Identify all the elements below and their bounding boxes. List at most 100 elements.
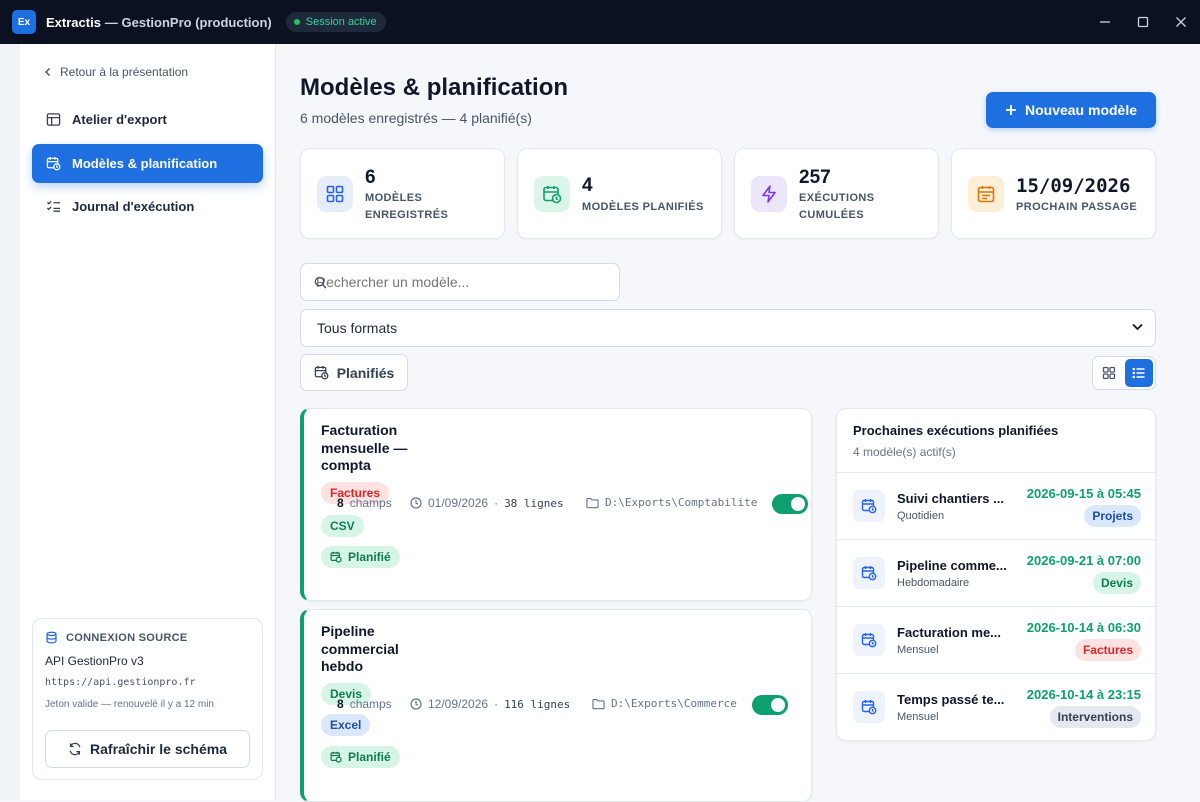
upcoming-frequency: Mensuel [897,711,939,723]
maximize-icon [1137,16,1149,28]
connection-url: https://api.gestionpro.fr [45,677,196,688]
export-path: D:\Exports\Comptabilite [605,496,758,509]
close-icon [1176,17,1186,27]
calendar-clock-icon [853,557,885,589]
search-input[interactable] [300,263,620,301]
export-path-meta: D:\Exports\Commerce [592,697,737,710]
back-link-label: Retour à la présentation [60,65,189,79]
row-count: 116 lignes [504,697,571,711]
upcoming-row[interactable]: Suivi chantiers ... Quotidien 2026-09-15… [837,473,1155,540]
calendar-clock-icon [314,365,329,380]
stat-card-next-run: 15/09/2026 PROCHAIN PASSAGE [951,148,1156,239]
sidebar: Retour à la présentation Atelier d'expor… [0,44,276,800]
sidebar-item-templates[interactable]: Modèles & planification [32,144,263,183]
template-name: Pipeline commercial hebdo [321,623,399,674]
stat-value: 257 [799,167,831,188]
new-template-label: Nouveau modèle [1024,102,1138,118]
sidebar-item-label: Modèles & planification [72,156,218,171]
clock-icon [410,497,422,509]
grid-view-button[interactable] [1095,359,1123,387]
new-template-button[interactable]: Nouveau modèle [986,92,1156,128]
session-label: Session active [305,16,377,28]
upcoming-name: Pipeline comme... [897,558,1007,573]
token-status: Jeton valide — renouvelé il y a 12 min [45,699,214,710]
upcoming-runs-panel: Prochaines exécutions planifiées 4 modèl… [836,408,1156,741]
export-path-meta: D:\Exports\Comptabilite [586,496,757,509]
connection-heading: CONNEXION SOURCE [66,631,188,644]
template-enabled-toggle[interactable] [752,695,788,715]
back-link[interactable]: Retour à la présentation [44,65,188,79]
folder-icon [592,698,605,709]
fields-count: 8 champs [337,697,392,711]
clock-icon [410,698,422,710]
upcoming-frequency: Quotidien [897,510,945,522]
planned-filter-button[interactable]: Planifiés [300,354,408,391]
category-badge: Projets [1084,505,1141,527]
search-icon [314,276,327,289]
upcoming-datetime: 2026-10-14 à 06:30 [1026,620,1141,635]
minimize-icon [1100,21,1110,23]
refresh-schema-label: Rafraîchir le schéma [90,741,227,757]
stat-label: EXÉCUTIONS CUMULÉES [799,192,875,221]
upcoming-name: Temps passé te... [897,692,1005,707]
format-badge: CSV [321,515,364,537]
template-card[interactable]: Facturation mensuelle — compta Factures … [300,408,812,601]
upcoming-row[interactable]: Pipeline comme... Hebdomadaire 2026-09-2… [837,540,1155,607]
category-badge: Factures [1074,639,1141,661]
last-run-meta: 12/09/2026 · 116 lignes [410,697,570,711]
category-badge: Interventions [1049,706,1141,728]
template-card[interactable]: Pipeline commercial hebdo Devis 8 champs … [300,609,812,802]
format-select[interactable]: Tous formats [300,309,1156,347]
last-run-date: 01/09/2026 [428,496,489,510]
sidebar-item-export-workshop[interactable]: Atelier d'export [32,100,263,139]
calendar-clock-icon [330,551,342,563]
calendar-clock-icon [330,751,342,763]
template-name: Facturation mensuelle — compta [321,422,408,473]
calendar-clock-icon [853,691,885,723]
fields-count: 8 champs [337,496,392,510]
stat-label: MODÈLES PLANIFIÉS [582,201,704,213]
upcoming-frequency: Mensuel [897,644,939,656]
plus-icon [1005,105,1016,115]
calendar-clock-icon [853,490,885,522]
stat-card-executions: 257 EXÉCUTIONS CUMULÉES [734,148,939,239]
sidebar-item-label: Journal d'exécution [72,199,195,214]
upcoming-datetime: 2026-09-15 à 05:45 [1026,486,1141,501]
stat-card-planned-templates: 4 MODÈLES PLANIFIÉS [517,148,722,239]
checklist-icon [46,200,61,212]
upcoming-datetime: 2026-09-21 à 07:00 [1026,553,1141,568]
refresh-schema-button[interactable]: Rafraîchir le schéma [45,730,250,768]
format-select-value: Tous formats [317,320,398,336]
close-button[interactable] [1162,0,1200,44]
planned-filter-label: Planifiés [336,364,395,381]
stat-value: 6 [365,167,376,188]
upcoming-frequency: Hebdomadaire [897,577,970,589]
template-enabled-toggle[interactable] [772,494,808,514]
table-icon [46,113,61,126]
lightning-icon [751,176,787,212]
list-view-button[interactable] [1125,359,1153,387]
category-badge: Devis [1092,572,1141,594]
upcoming-name: Facturation me... [897,625,1002,640]
title-bar: Ex Extractis — GestionPro (production) S… [0,0,1200,44]
stat-card-saved-templates: 6 MODÈLES ENREGISTRÉS [300,148,505,239]
grid-icon [317,176,353,212]
app-logo: Ex [12,10,36,34]
minimize-button[interactable] [1086,0,1124,44]
connection-name: API GestionPro v3 [45,654,144,668]
calendar-clock-icon [46,156,61,171]
upcoming-title: Prochaines exécutions planifiées [853,423,1059,438]
upcoming-row[interactable]: Temps passé te... Mensuel 2026-10-14 à 2… [837,674,1155,740]
planned-badge: Planifié [321,546,400,568]
planned-badge: Planifié [321,746,400,768]
sidebar-item-execution-log[interactable]: Journal d'exécution [32,187,263,226]
main-content: Modèles & planification 6 modèles enregi… [276,44,1200,802]
source-connection-card: CONNEXION SOURCE API GestionPro v3 https… [32,618,263,780]
upcoming-row[interactable]: Facturation me... Mensuel 2026-10-14 à 0… [837,607,1155,674]
view-mode-toggle [1092,356,1156,390]
row-count: 38 lignes [504,496,564,510]
database-icon [46,631,57,644]
sidebar-item-label: Atelier d'export [72,112,167,127]
maximize-button[interactable] [1124,0,1162,44]
app-subtitle: — GestionPro (production) [104,14,272,30]
